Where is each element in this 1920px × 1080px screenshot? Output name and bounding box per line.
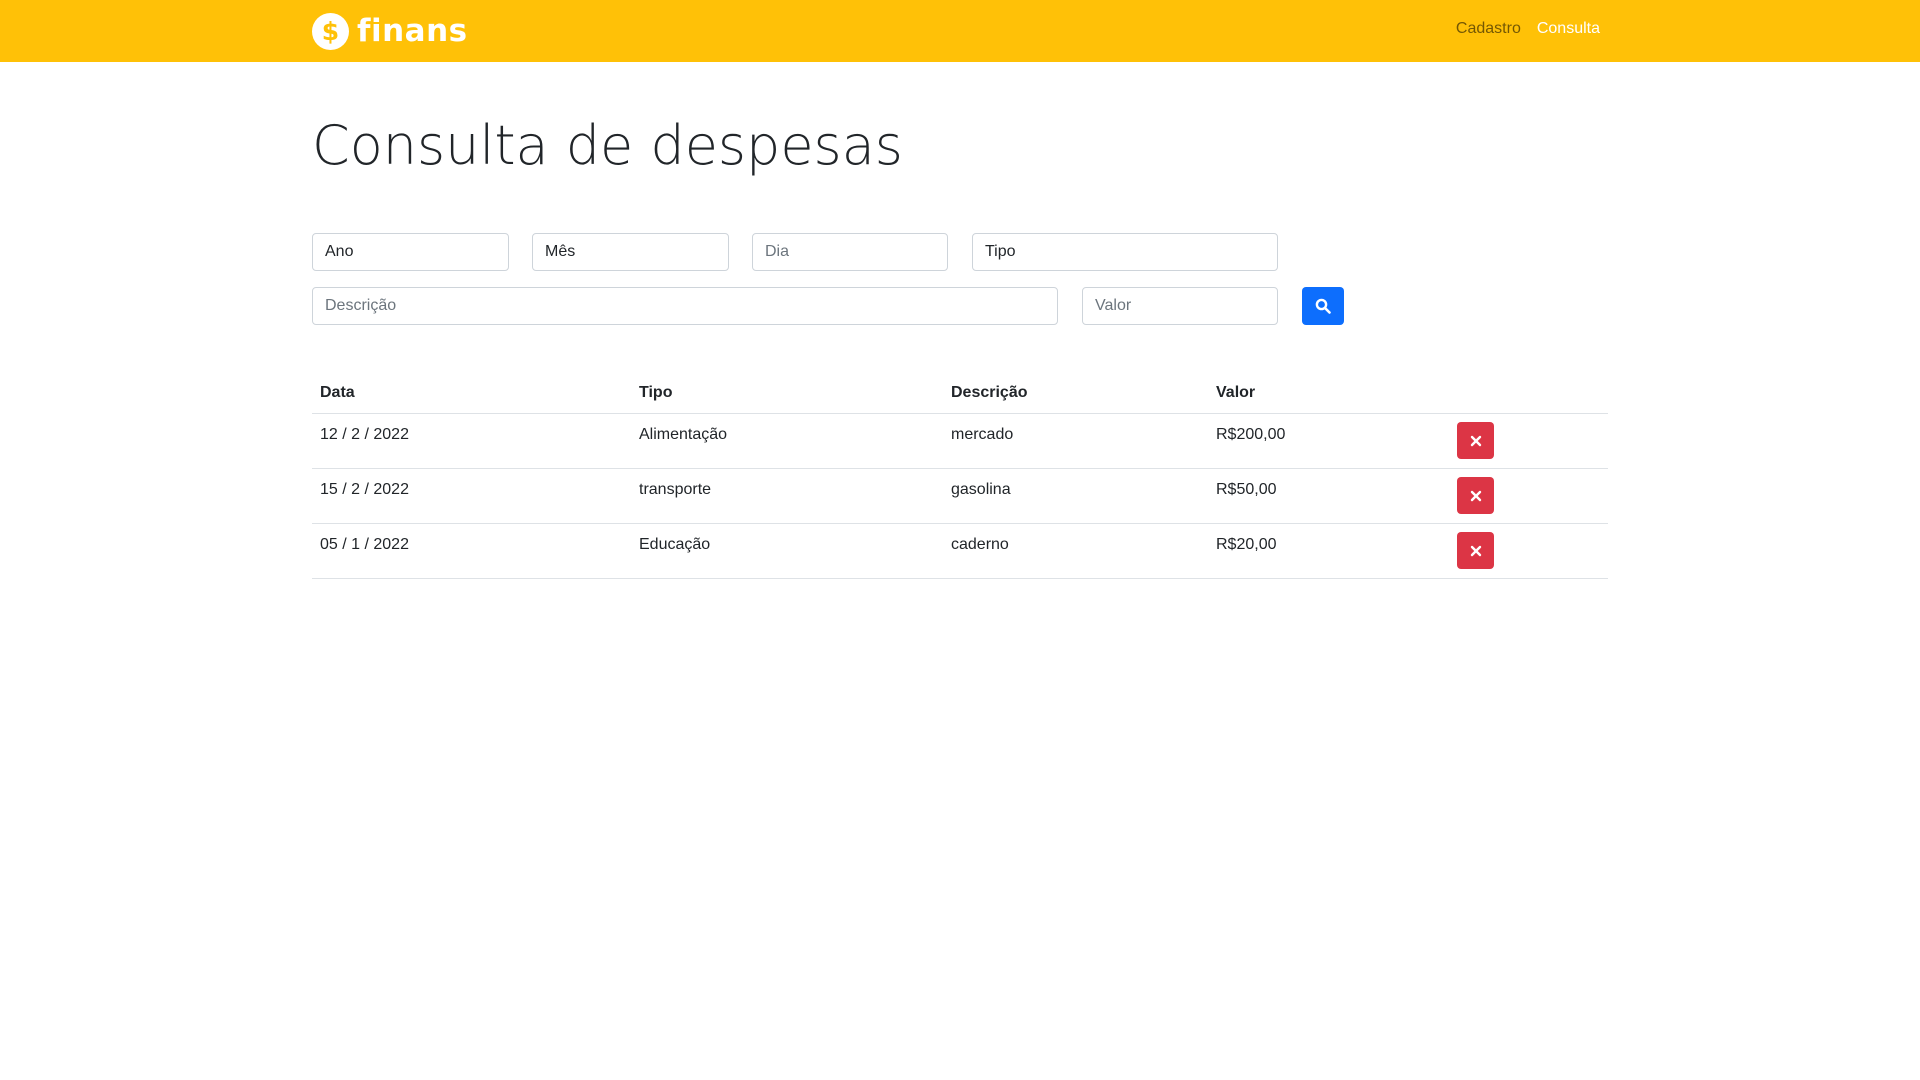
search-button[interactable] xyxy=(1302,287,1344,325)
delete-button[interactable] xyxy=(1457,477,1494,514)
cell-tipo: Alimentação xyxy=(639,426,728,443)
close-icon xyxy=(1470,435,1481,446)
tipo-select-label: Tipo xyxy=(985,243,1016,260)
cell-data: 15 / 2 / 2022 xyxy=(320,481,409,498)
dollar-icon: $ xyxy=(312,12,349,50)
header-data: Data xyxy=(320,384,355,401)
tipo-select[interactable]: Tipo xyxy=(972,233,1278,271)
close-icon xyxy=(1470,545,1481,556)
delete-button[interactable] xyxy=(1457,422,1494,459)
ano-select[interactable]: Ano xyxy=(312,233,509,271)
page-title: Consulta de despesas xyxy=(312,114,903,177)
valor-field[interactable] xyxy=(1082,287,1278,325)
descricao-input[interactable] xyxy=(325,297,1045,315)
search-icon xyxy=(1315,298,1331,314)
cell-data: 05 / 1 / 2022 xyxy=(320,536,409,553)
dia-input[interactable] xyxy=(765,243,935,261)
expenses-table: Data Tipo Descrição Valor 12 / 2 / 2022 … xyxy=(312,374,1608,579)
cell-tipo: Educação xyxy=(639,536,711,553)
mes-select[interactable]: Mês xyxy=(532,233,729,271)
table-row: 15 / 2 / 2022 transporte gasolina R$50,0… xyxy=(312,469,1608,524)
header-tipo: Tipo xyxy=(639,384,673,401)
nav-links: Cadastro Consulta xyxy=(1456,20,1600,38)
table-row: 12 / 2 / 2022 Alimentação mercado R$200,… xyxy=(312,414,1608,469)
header-descricao: Descrição xyxy=(951,384,1028,401)
mes-select-label: Mês xyxy=(545,243,576,260)
header-valor: Valor xyxy=(1216,384,1256,401)
dia-field[interactable] xyxy=(752,233,948,271)
cell-data: 12 / 2 / 2022 xyxy=(320,426,409,443)
table-row: 05 / 1 / 2022 Educação caderno R$20,00 xyxy=(312,524,1608,579)
cell-valor: R$50,00 xyxy=(1216,481,1277,498)
cell-descricao: gasolina xyxy=(951,481,1011,498)
table-header: Data Tipo Descrição Valor xyxy=(312,374,1608,414)
nav-link-cadastro[interactable]: Cadastro xyxy=(1456,20,1521,38)
cell-valor: R$20,00 xyxy=(1216,536,1277,553)
cell-valor: R$200,00 xyxy=(1216,426,1286,443)
ano-select-label: Ano xyxy=(325,243,354,260)
delete-button[interactable] xyxy=(1457,532,1494,569)
descricao-field[interactable] xyxy=(312,287,1058,325)
close-icon xyxy=(1470,490,1481,501)
brand-name: finans xyxy=(357,12,468,49)
nav-link-consulta[interactable]: Consulta xyxy=(1537,20,1600,38)
cell-descricao: mercado xyxy=(951,426,1014,443)
navbar: $ finans Cadastro Consulta xyxy=(0,0,1920,62)
brand-logo[interactable]: $ finans xyxy=(312,12,468,50)
cell-tipo: transporte xyxy=(639,481,712,498)
valor-input[interactable] xyxy=(1095,297,1265,315)
cell-descricao: caderno xyxy=(951,536,1009,553)
